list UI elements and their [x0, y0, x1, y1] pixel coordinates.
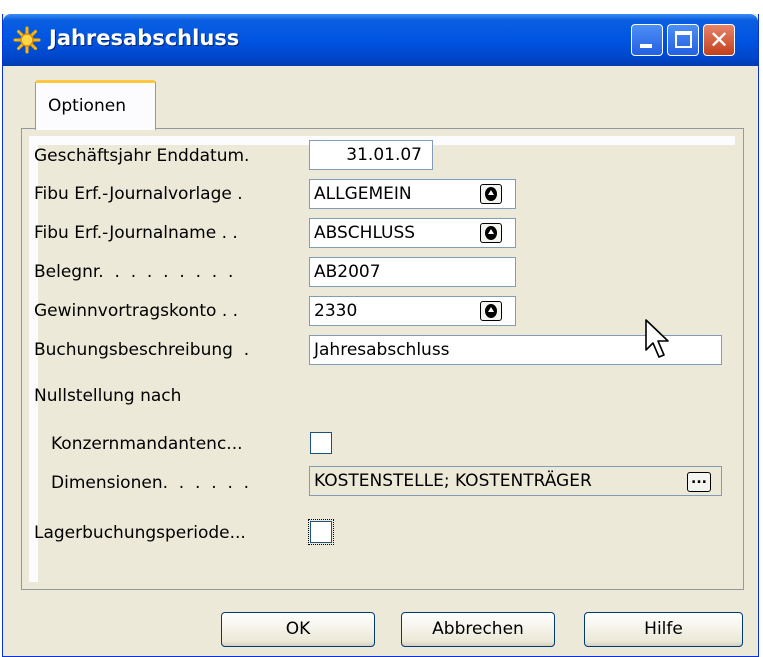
inventory-period-checkbox[interactable]	[308, 519, 334, 545]
title-bar[interactable]: Jahresabschluss ✕	[3, 14, 758, 66]
close-icon: ✕	[708, 26, 730, 54]
journal-name-lookup-button[interactable]	[480, 223, 502, 243]
tab-optionen[interactable]: Optionen	[35, 80, 156, 130]
document-no-field[interactable]: AB2007	[309, 257, 516, 287]
business-unit-checkbox[interactable]	[310, 432, 332, 454]
lookup-arrow-icon	[485, 187, 497, 201]
maximize-icon	[675, 31, 692, 48]
retained-earnings-label: Gewinnvortragskonto . .	[34, 301, 239, 321]
mouse-cursor-icon	[645, 319, 669, 358]
business-unit-label: Konzernmandantenc...	[51, 434, 243, 454]
retained-earnings-lookup-button[interactable]	[480, 301, 502, 321]
close-button[interactable]: ✕	[703, 24, 735, 56]
journal-template-label: Fibu Erf.-Journalvorlage .	[34, 184, 243, 204]
tab-label: Optionen	[48, 96, 126, 116]
fiscal-year-end-field[interactable]: 31.01.07	[309, 140, 433, 170]
journal-template-lookup-button[interactable]	[480, 184, 502, 204]
posting-description-label: Buchungsbeschreibung .	[34, 340, 250, 360]
fiscal-year-end-label: Geschäftsjahr Enddatum.	[34, 146, 250, 166]
lookup-arrow-icon	[485, 226, 497, 240]
journal-name-label: Fibu Erf.-Journalname . .	[34, 223, 238, 243]
dimensions-assist-button[interactable]: ...	[687, 472, 711, 492]
sun-icon	[13, 26, 41, 54]
maximize-button[interactable]	[667, 24, 699, 56]
ok-button[interactable]: OK	[221, 612, 375, 647]
cancel-button[interactable]: Abbrechen	[401, 612, 555, 647]
close-by-heading: Nullstellung nach	[34, 386, 182, 406]
inventory-period-label: Lagerbuchungsperiode...	[34, 523, 246, 543]
minimize-button[interactable]	[631, 24, 663, 56]
top-strip	[0, 0, 763, 14]
dialog-window: Jahresabschluss ✕ Optionen Geschäftsjahr…	[2, 14, 759, 657]
dimensions-label: Dimensionen. . . . . .	[51, 473, 250, 493]
document-no-label: Belegnr. . . . . . . . .	[34, 262, 234, 282]
lookup-arrow-icon	[485, 304, 497, 318]
dimensions-field[interactable]: KOSTENSTELLE; KOSTENTRÄGER	[309, 466, 722, 496]
window-title: Jahresabschluss	[49, 26, 240, 50]
help-button[interactable]: Hilfe	[584, 612, 743, 647]
minimize-icon	[640, 44, 652, 48]
